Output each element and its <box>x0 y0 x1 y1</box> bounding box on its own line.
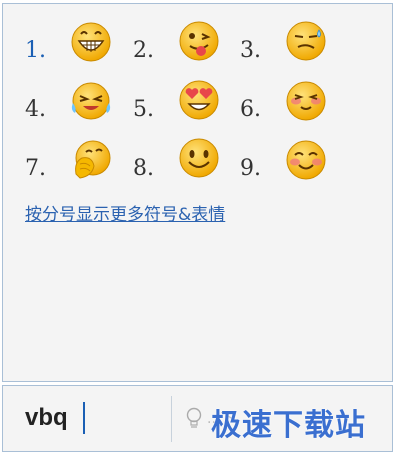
winking-tongue-face-icon <box>179 21 219 61</box>
candidate-number: 6. <box>240 97 261 122</box>
blushing-happy-face-icon <box>286 81 326 121</box>
site-watermark: 极速下载站 <box>211 408 366 443</box>
shy-smile-face-icon <box>286 140 326 180</box>
candidate-2[interactable]: 2. <box>133 18 243 77</box>
candidate-number: 9. <box>240 156 261 181</box>
candidate-row: 4. 5. 6. <box>25 77 355 136</box>
covering-mouth-face-icon <box>75 140 111 179</box>
candidate-6[interactable]: 6. <box>240 77 350 136</box>
crying-laughing-face-icon <box>71 82 111 120</box>
candidate-5[interactable]: 5. <box>133 77 243 136</box>
candidate-number: 2. <box>133 38 154 63</box>
composition-input[interactable]: vbq <box>3 386 168 451</box>
candidate-9[interactable]: 9. <box>240 136 350 195</box>
more-symbols-link[interactable]: 按分号显示更多符号&表情 <box>25 200 225 225</box>
candidate-4[interactable]: 4. <box>25 77 135 136</box>
sweating-face-icon <box>286 21 326 61</box>
candidate-panel: 1. 2. 3. 4. 5. 6. 7. 8. 9. 按分号显示更多符号&表情 <box>2 3 393 382</box>
candidate-number: 4. <box>25 97 46 122</box>
candidate-row: 1. 2. 3. <box>25 18 355 77</box>
divider <box>171 396 172 442</box>
lightbulb-icon <box>186 407 202 428</box>
smiling-face-icon <box>179 138 219 178</box>
candidate-number: 8. <box>133 156 154 181</box>
candidate-number: 5. <box>133 97 154 122</box>
candidate-number: 7. <box>25 156 46 181</box>
candidate-row: 7. 8. 9. <box>25 136 355 195</box>
candidate-7[interactable]: 7. <box>25 136 135 195</box>
text-caret <box>83 402 85 434</box>
candidate-3[interactable]: 3. <box>240 18 350 77</box>
heart-eyes-face-icon <box>179 80 219 120</box>
emoji-candidate-grid: 1. 2. 3. 4. 5. 6. 7. 8. 9. <box>25 18 355 195</box>
candidate-number: 1. <box>25 38 46 63</box>
composition-text: vbq <box>25 404 68 431</box>
candidate-1[interactable]: 1. <box>25 18 135 77</box>
composition-bar: vbq ...下 极速下载站 <box>2 385 393 452</box>
candidate-number: 3. <box>240 38 261 63</box>
candidate-8[interactable]: 8. <box>133 136 243 195</box>
grinning-face-icon <box>71 22 111 62</box>
